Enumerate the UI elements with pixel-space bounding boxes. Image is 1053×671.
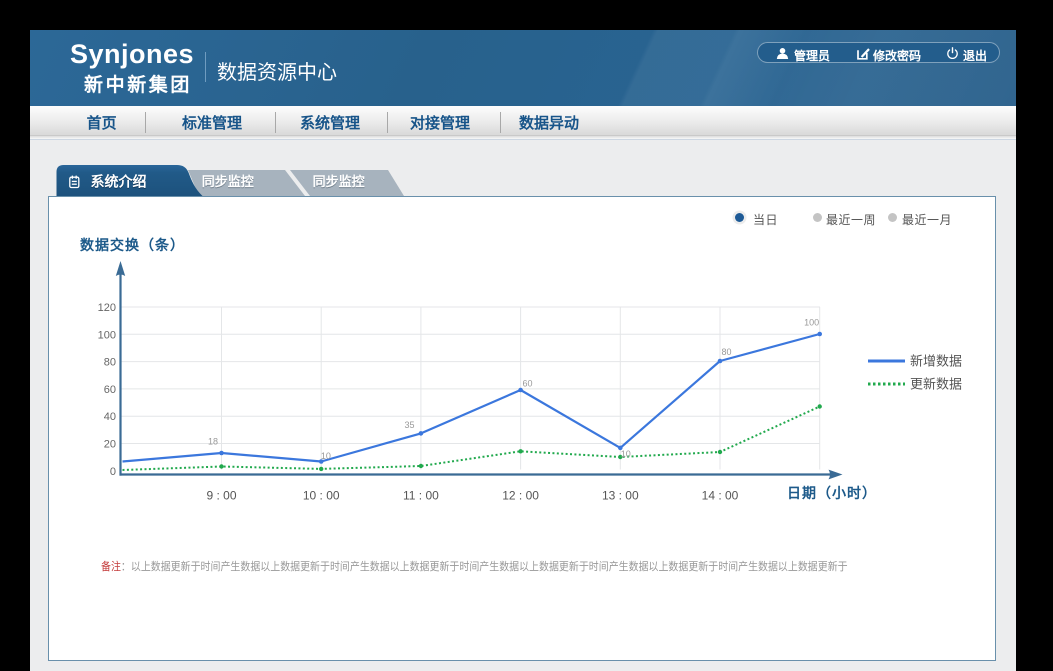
svg-text:80: 80: [721, 347, 731, 357]
svg-text:12 : 00: 12 : 00: [502, 489, 539, 503]
svg-text:40: 40: [104, 411, 116, 423]
svg-text:新增数据: 新增数据: [910, 354, 962, 369]
svg-text:10: 10: [621, 449, 631, 459]
svg-text:20: 20: [104, 439, 116, 451]
svg-text:120: 120: [98, 302, 116, 314]
svg-text:11 : 00: 11 : 00: [403, 489, 439, 503]
svg-text:35: 35: [404, 420, 414, 430]
svg-text:60: 60: [522, 379, 532, 389]
svg-text:14 : 00: 14 : 00: [702, 489, 739, 503]
svg-text:60: 60: [104, 384, 116, 396]
svg-text:80: 80: [104, 357, 116, 369]
svg-text:同步监控: 同步监控: [202, 174, 254, 189]
svg-text:10 : 00: 10 : 00: [303, 489, 340, 503]
svg-text:同步监控: 同步监控: [313, 174, 365, 189]
svg-text:系统介绍: 系统介绍: [91, 174, 147, 190]
svg-text:10: 10: [321, 451, 331, 461]
svg-text:数据交换（条）: 数据交换（条）: [80, 237, 185, 253]
svg-text:0: 0: [110, 466, 116, 478]
svg-text:100: 100: [98, 329, 116, 341]
svg-text:13 : 00: 13 : 00: [602, 489, 639, 503]
svg-text:更新数据: 更新数据: [910, 377, 962, 392]
svg-text:9 : 00: 9 : 00: [206, 489, 236, 503]
svg-text:100: 100: [804, 318, 819, 328]
svg-text:日期（小时）: 日期（小时）: [787, 485, 877, 501]
svg-text:18: 18: [208, 437, 218, 447]
